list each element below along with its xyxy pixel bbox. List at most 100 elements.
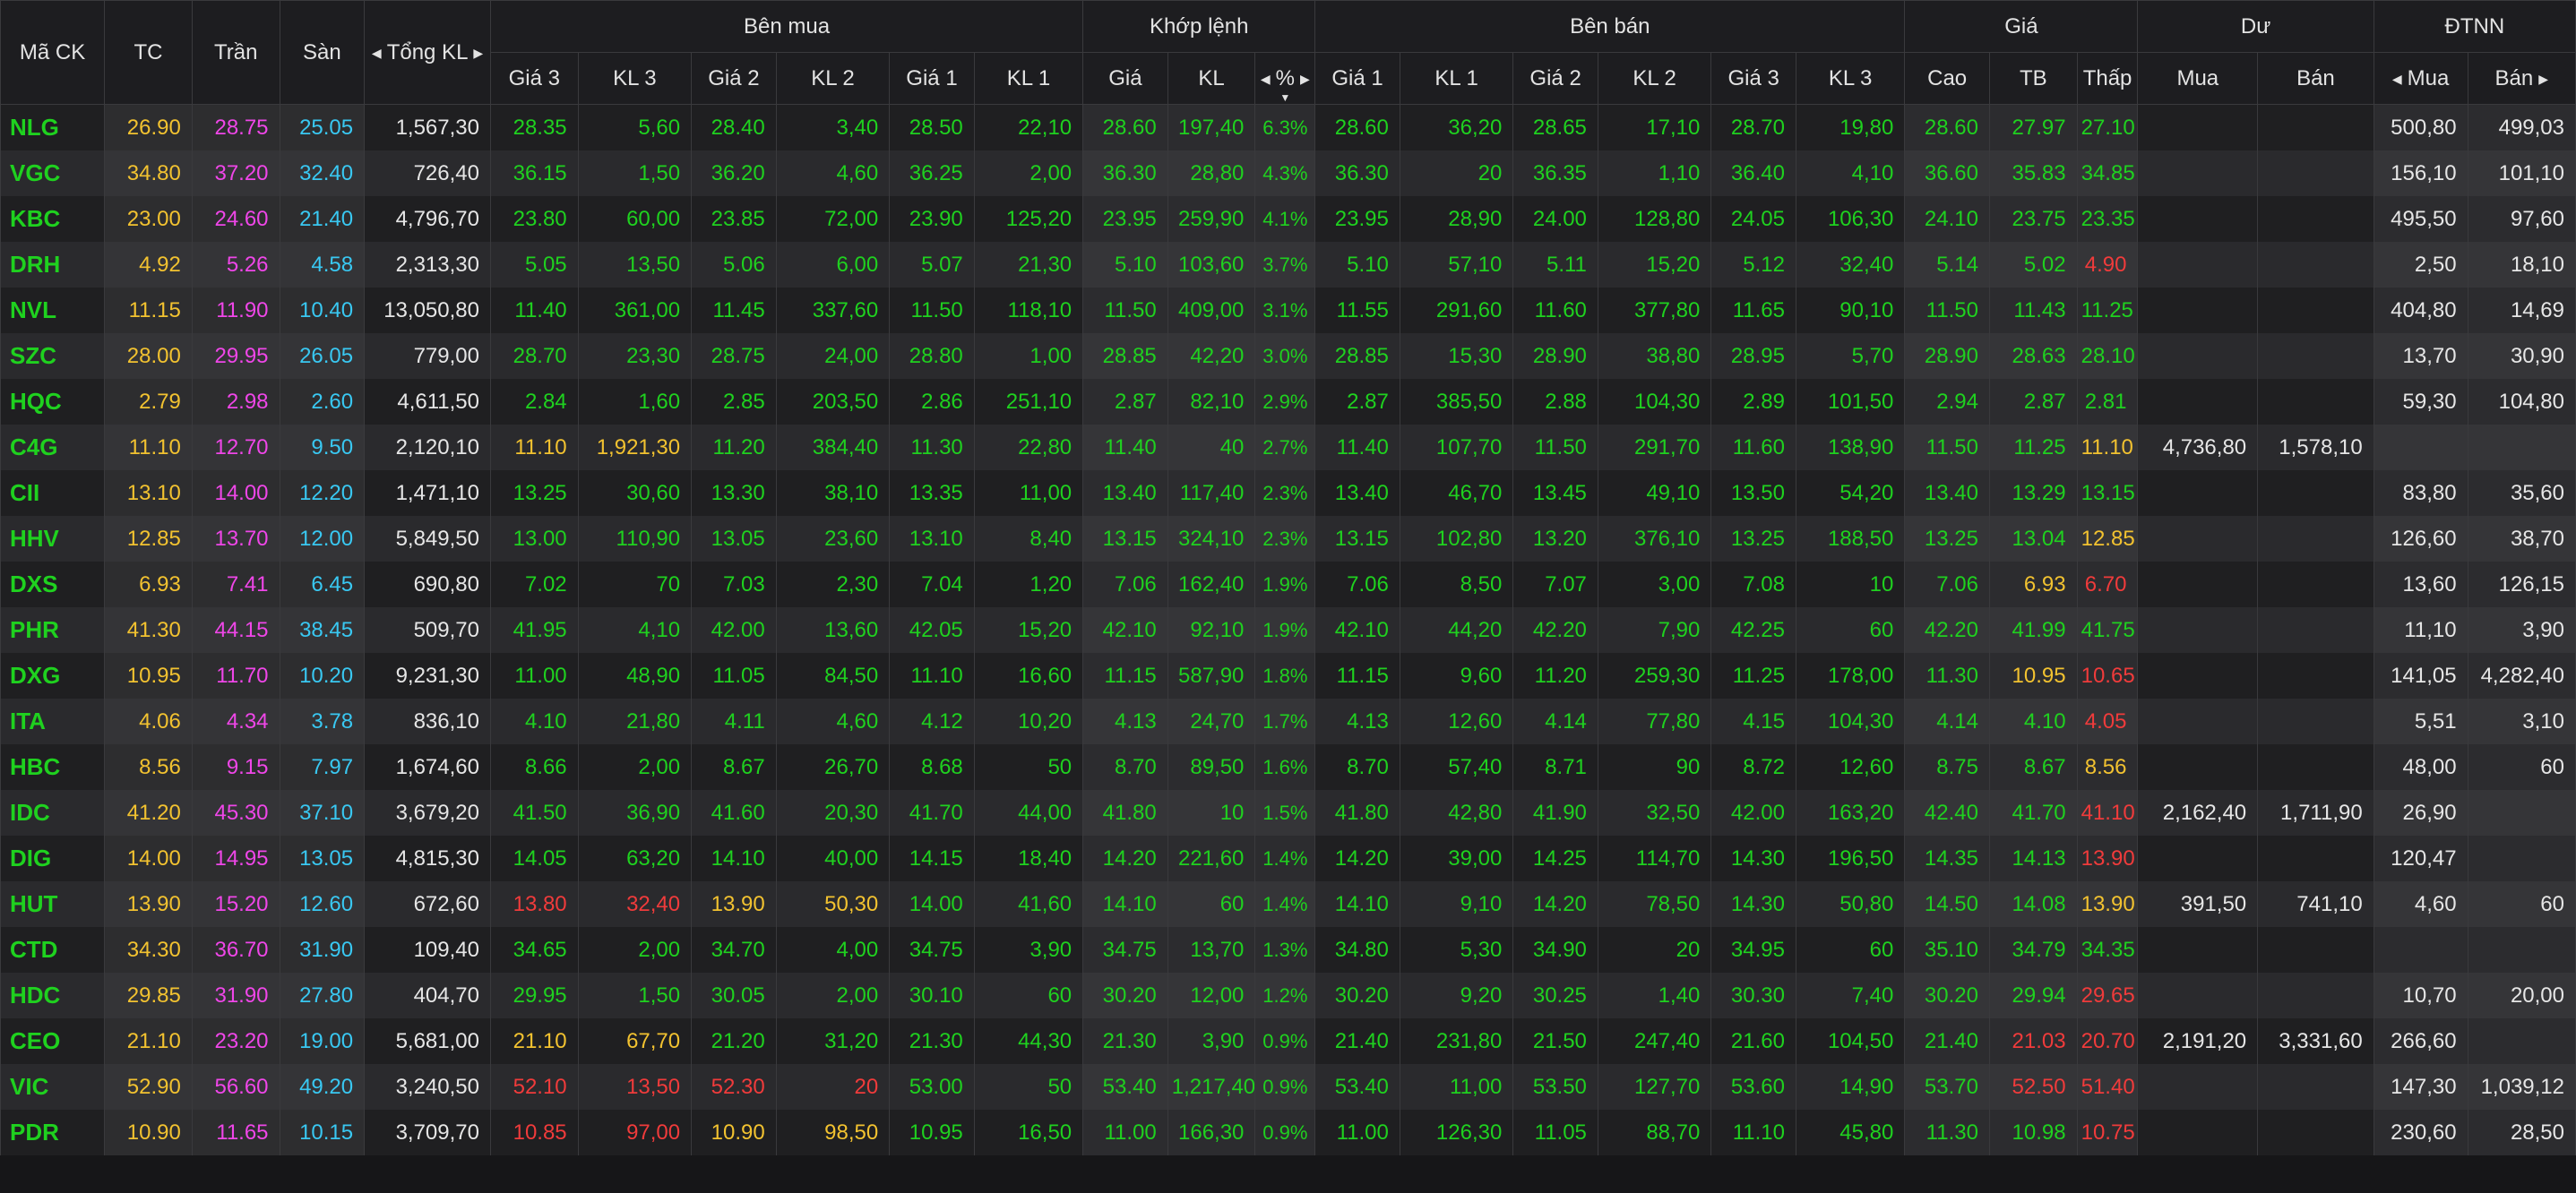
cell-ceil: 12.70 xyxy=(191,425,280,470)
cell-sym[interactable]: DXG xyxy=(0,653,106,699)
cell-floor: 12.00 xyxy=(279,516,366,562)
table-row[interactable]: DXG 10.95 11.70 10.20 9,231,30 11.00 48,90 11.0… xyxy=(0,653,2576,699)
cell-ask-price-2: 13.20 xyxy=(1512,516,1598,562)
header-total-volume[interactable]: ◀ Tổng KL ▶ xyxy=(364,0,491,105)
table-row[interactable]: SZC 28.00 29.95 26.05 779,00 28.70 23,30 28.75 2… xyxy=(0,333,2576,379)
header-symbol[interactable]: Mã CK xyxy=(0,0,106,105)
caret-right-icon[interactable]: ▶ xyxy=(1300,72,1310,87)
cell-sym[interactable]: SZC xyxy=(0,333,106,379)
cell-match-pct: 1.4% xyxy=(1254,836,1316,881)
header-low[interactable]: Thấp xyxy=(2076,52,2139,105)
cell-bid-vol-1: 118,10 xyxy=(973,288,1084,333)
table-row[interactable]: HHV 12.85 13.70 12.00 5,849,50 13.00 110,90 13.… xyxy=(0,516,2576,562)
cell-sym[interactable]: NVL xyxy=(0,288,106,333)
cell-ask-vol-1: 8,50 xyxy=(1399,562,1514,607)
table-row[interactable]: HDC 29.85 31.90 27.80 404,70 29.95 1,50 30.05 2,… xyxy=(0,973,2576,1018)
cell-sym[interactable]: PDR xyxy=(0,1110,106,1155)
header-floor[interactable]: Sàn xyxy=(279,0,366,105)
header-ask-price-2[interactable]: Giá 2 xyxy=(1512,52,1598,105)
cell-sym[interactable]: DRH xyxy=(0,242,106,288)
cell-ask-price-1: 7.06 xyxy=(1314,562,1400,607)
cell-sym[interactable]: HUT xyxy=(0,881,106,927)
header-average[interactable]: TB xyxy=(1988,52,2078,105)
table-row[interactable]: CEO 21.10 23.20 19.00 5,681,00 21.10 67,70 21.2… xyxy=(0,1018,2576,1064)
cell-sym[interactable]: C4G xyxy=(0,425,106,470)
cell-bid-vol-1: 125,20 xyxy=(973,196,1084,242)
header-bid-price-1[interactable]: Giá 1 xyxy=(889,52,975,105)
cell-sym[interactable]: CTD xyxy=(0,927,106,973)
cell-sym[interactable]: CEO xyxy=(0,1018,106,1064)
table-row[interactable]: HUT 13.90 15.20 12.60 672,60 13.80 32,40 13.90 5… xyxy=(0,881,2576,927)
caret-right-icon[interactable]: ▶ xyxy=(2538,72,2548,87)
table-row[interactable]: NLG 26.90 28.75 25.05 1,567,30 28.35 5,60 28.40… xyxy=(0,104,2576,150)
cell-sym[interactable]: HBC xyxy=(0,744,106,790)
caret-left-icon[interactable]: ◀ xyxy=(1261,72,1271,87)
cell-sym[interactable]: HHV xyxy=(0,516,106,562)
table-row[interactable]: DIG 14.00 14.95 13.05 4,815,30 14.05 63,20 14.1… xyxy=(0,836,2576,881)
header-bid-price-3[interactable]: Giá 3 xyxy=(489,52,579,105)
table-row[interactable]: HQC 2.79 2.98 2.60 4,611,50 2.84 1,60 2.85 203,5… xyxy=(0,379,2576,425)
caret-right-icon[interactable]: ▶ xyxy=(473,46,483,61)
header-ceiling[interactable]: Trần xyxy=(191,0,280,105)
cell-floor: 2.60 xyxy=(279,379,366,425)
table-row[interactable]: PHR 41.30 44.15 38.45 509,70 41.95 4,10 42.00 13… xyxy=(0,607,2576,653)
cell-bid-price-2: 11.05 xyxy=(691,653,777,699)
header-surplus-buy[interactable]: Mua xyxy=(2137,52,2259,105)
table-row[interactable]: VGC 34.80 37.20 32.40 726,40 36.15 1,50 36.20 4,… xyxy=(0,150,2576,196)
sort-desc-icon[interactable]: ▼ xyxy=(1279,91,1290,104)
cell-sym[interactable]: HDC xyxy=(0,973,106,1018)
cell-bid-price-2: 11.45 xyxy=(691,288,777,333)
cell-surplus-sell xyxy=(2257,562,2374,607)
table-row[interactable]: ITA 4.06 4.34 3.78 836,10 4.10 21,80 4.11 4,60 4.… xyxy=(0,699,2576,744)
cell-sym[interactable]: CII xyxy=(0,470,106,516)
cell-sym[interactable]: VIC xyxy=(0,1064,106,1110)
table-row[interactable]: DRH 4.92 5.26 4.58 2,313,30 5.05 13,50 5.06 6,00… xyxy=(0,242,2576,288)
cell-sym[interactable]: IDC xyxy=(0,790,106,836)
table-row[interactable]: CII 13.10 14.00 12.20 1,471,10 13.25 30,60 13.3… xyxy=(0,470,2576,516)
cell-sym[interactable]: ITA xyxy=(0,699,106,744)
cell-ask-price-3: 21.60 xyxy=(1710,1018,1796,1064)
header-reference[interactable]: TC xyxy=(104,0,193,105)
cell-match-vol: 1,217,40 xyxy=(1167,1064,1256,1110)
cell-sym[interactable]: NLG xyxy=(0,104,106,150)
header-bid-price-2[interactable]: Giá 2 xyxy=(691,52,777,105)
header-high[interactable]: Cao xyxy=(1904,52,1990,105)
header-bid-vol-3[interactable]: KL 3 xyxy=(577,52,693,105)
caret-left-icon[interactable]: ◀ xyxy=(372,46,382,61)
header-ask-vol-2[interactable]: KL 2 xyxy=(1597,52,1712,105)
cell-sym[interactable]: DXS xyxy=(0,562,106,607)
header-bid-vol-2[interactable]: KL 2 xyxy=(775,52,891,105)
cell-bid-vol-1: 21,30 xyxy=(973,242,1084,288)
table-row[interactable]: C4G 11.10 12.70 9.50 2,120,10 11.10 1,921,30 11… xyxy=(0,425,2576,470)
cell-sym[interactable]: VGC xyxy=(0,150,106,196)
header-bid-vol-1[interactable]: KL 1 xyxy=(973,52,1084,105)
table-row[interactable]: PDR 10.90 11.65 10.15 3,709,70 10.85 97,00 10.9… xyxy=(0,1110,2576,1155)
header-foreign-buy[interactable]: ◀ Mua xyxy=(2373,52,2468,105)
table-row[interactable]: NVL 11.15 11.90 10.40 13,050,80 11.40 361,00 11… xyxy=(0,288,2576,333)
cell-sym[interactable]: KBC xyxy=(0,196,106,242)
header-foreign-sell[interactable]: Bán ▶ xyxy=(2467,52,2576,105)
header-match-vol[interactable]: KL xyxy=(1167,52,1256,105)
header-match-pct[interactable]: ◀% ▼ ▶ xyxy=(1254,52,1316,105)
cell-match-price: 5.10 xyxy=(1082,242,1168,288)
header-match-price[interactable]: Giá xyxy=(1082,52,1168,105)
cell-sym[interactable]: DIG xyxy=(0,836,106,881)
header-surplus-sell[interactable]: Bán xyxy=(2257,52,2374,105)
cell-sym[interactable]: HQC xyxy=(0,379,106,425)
header-ask-price-1[interactable]: Giá 1 xyxy=(1314,52,1400,105)
table-row[interactable]: KBC 23.00 24.60 21.40 4,796,70 23.80 60,00 23.8… xyxy=(0,196,2576,242)
table-row[interactable]: DXS 6.93 7.41 6.45 690,80 7.02 70 7.03 2,30 7.04 1… xyxy=(0,562,2576,607)
table-row[interactable]: HBC 8.56 9.15 7.97 1,674,60 8.66 2,00 8.67 26,70… xyxy=(0,744,2576,790)
cell-bid-vol-2: 98,50 xyxy=(775,1110,891,1155)
cell-surplus-sell: 3,331,60 xyxy=(2257,1018,2374,1064)
table-row[interactable]: CTD 34.30 36.70 31.90 109,40 34.65 2,00 34.70 4,… xyxy=(0,927,2576,973)
caret-left-icon[interactable]: ◀ xyxy=(2392,72,2402,87)
header-ask-vol-1[interactable]: KL 1 xyxy=(1399,52,1514,105)
header-ask-vol-3[interactable]: KL 3 xyxy=(1795,52,1906,105)
header-ask-price-3[interactable]: Giá 3 xyxy=(1710,52,1796,105)
table-row[interactable]: IDC 41.20 45.30 37.10 3,679,20 41.50 36,90 41.6… xyxy=(0,790,2576,836)
cell-ref: 34.80 xyxy=(104,150,193,196)
cell-ref: 10.90 xyxy=(104,1110,193,1155)
cell-sym[interactable]: PHR xyxy=(0,607,106,653)
table-row[interactable]: VIC 52.90 56.60 49.20 3,240,50 52.10 13,50 52.3… xyxy=(0,1064,2576,1110)
